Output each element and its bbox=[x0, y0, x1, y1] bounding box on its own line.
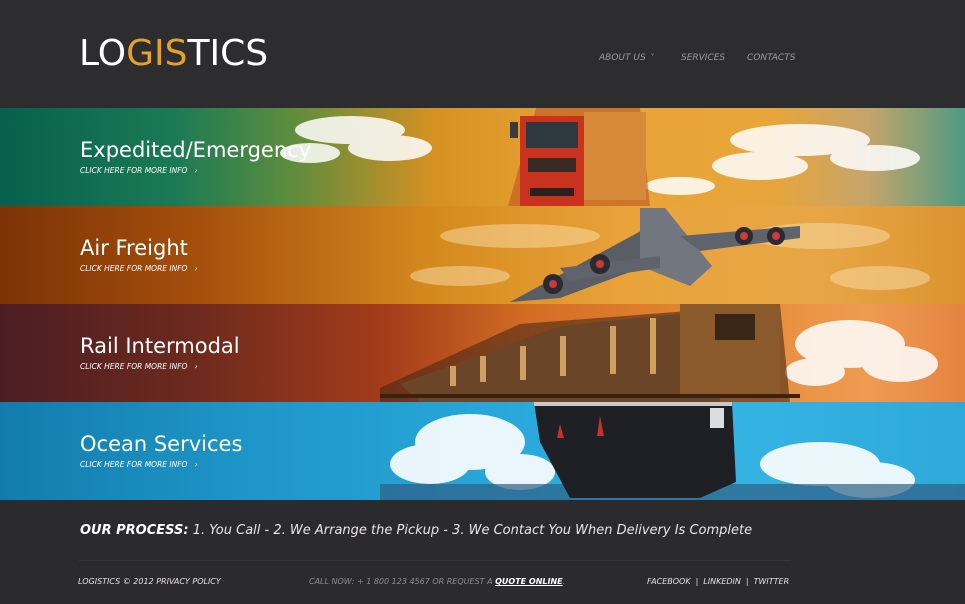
band-expedited-emergency[interactable]: Expedited/Emergency CLICK HERE FOR MORE … bbox=[0, 108, 965, 206]
nav-about-label: ABOUT US bbox=[599, 53, 646, 63]
call-now-text: CALL NOW: + 1 800 123 4567 OR REQUEST A bbox=[309, 577, 496, 586]
period-text: . bbox=[562, 577, 566, 586]
footer-contact: CALL NOW: + 1 800 123 4567 OR REQUEST A … bbox=[309, 577, 565, 586]
copyright-text: LOGISTICS © 2012 bbox=[78, 577, 154, 586]
footer-copyright: LOGISTICS © 2012 PRIVACY POLICY bbox=[78, 577, 221, 586]
logo-part-3: TICS bbox=[187, 33, 269, 74]
more-info-link[interactable]: CLICK HERE FOR MORE INFO › bbox=[80, 362, 198, 371]
more-info-label: CLICK HERE FOR MORE INFO bbox=[80, 460, 188, 469]
footer-social: FACEBOOK | LINKEDIN | TWITTER bbox=[647, 577, 789, 586]
more-info-label: CLICK HERE FOR MORE INFO bbox=[80, 166, 188, 175]
site-header: LOGISTICS ABOUT US ˅ SERVICES CONTACTS bbox=[0, 0, 965, 108]
arrow-right-icon: › bbox=[194, 362, 198, 371]
nav-services[interactable]: SERVICES bbox=[681, 53, 725, 63]
site-logo[interactable]: LOGISTICS bbox=[79, 32, 268, 76]
more-info-label: CLICK HERE FOR MORE INFO bbox=[80, 362, 188, 371]
band-title: Expedited/Emergency bbox=[80, 138, 312, 162]
more-info-link[interactable]: CLICK HERE FOR MORE INFO › bbox=[80, 460, 198, 469]
more-info-link[interactable]: CLICK HERE FOR MORE INFO › bbox=[80, 166, 198, 175]
linkedin-link[interactable]: LINKEDIN bbox=[703, 577, 741, 586]
chevron-down-icon: ˅ bbox=[650, 53, 655, 62]
nav-about-us[interactable]: ABOUT US ˅ bbox=[599, 53, 655, 63]
separator: | bbox=[745, 577, 749, 586]
more-info-link[interactable]: CLICK HERE FOR MORE INFO › bbox=[80, 264, 198, 273]
privacy-policy-link[interactable]: PRIVACY POLICY bbox=[156, 577, 221, 586]
band-air-freight[interactable]: Air Freight CLICK HERE FOR MORE INFO › bbox=[0, 206, 965, 304]
band-ocean-services[interactable]: Ocean Services CLICK HERE FOR MORE INFO … bbox=[0, 402, 965, 500]
arrow-right-icon: › bbox=[194, 460, 198, 469]
process-text: 1. You Call - 2. We Arrange the Pickup -… bbox=[188, 523, 753, 538]
band-title: Rail Intermodal bbox=[80, 334, 240, 358]
process-label: OUR PROCESS: bbox=[80, 523, 189, 538]
separator: | bbox=[695, 577, 699, 586]
band-title: Air Freight bbox=[80, 236, 188, 260]
band-rail-intermodal[interactable]: Rail Intermodal CLICK HERE FOR MORE INFO… bbox=[0, 304, 965, 402]
twitter-link[interactable]: TWITTER bbox=[754, 577, 790, 586]
footer-divider bbox=[79, 560, 791, 561]
arrow-right-icon: › bbox=[194, 166, 198, 175]
logo-part-2-highlight: GIS bbox=[126, 33, 188, 74]
logo-part-1: LO bbox=[79, 33, 127, 74]
arrow-right-icon: › bbox=[194, 264, 198, 273]
more-info-label: CLICK HERE FOR MORE INFO bbox=[80, 264, 188, 273]
facebook-link[interactable]: FACEBOOK bbox=[647, 577, 691, 586]
nav-contacts[interactable]: CONTACTS bbox=[747, 53, 795, 63]
band-title: Ocean Services bbox=[80, 432, 243, 456]
quote-online-link[interactable]: QUOTE ONLINE bbox=[495, 577, 563, 586]
process-statement: OUR PROCESS: 1. You Call - 2. We Arrange… bbox=[80, 523, 752, 538]
